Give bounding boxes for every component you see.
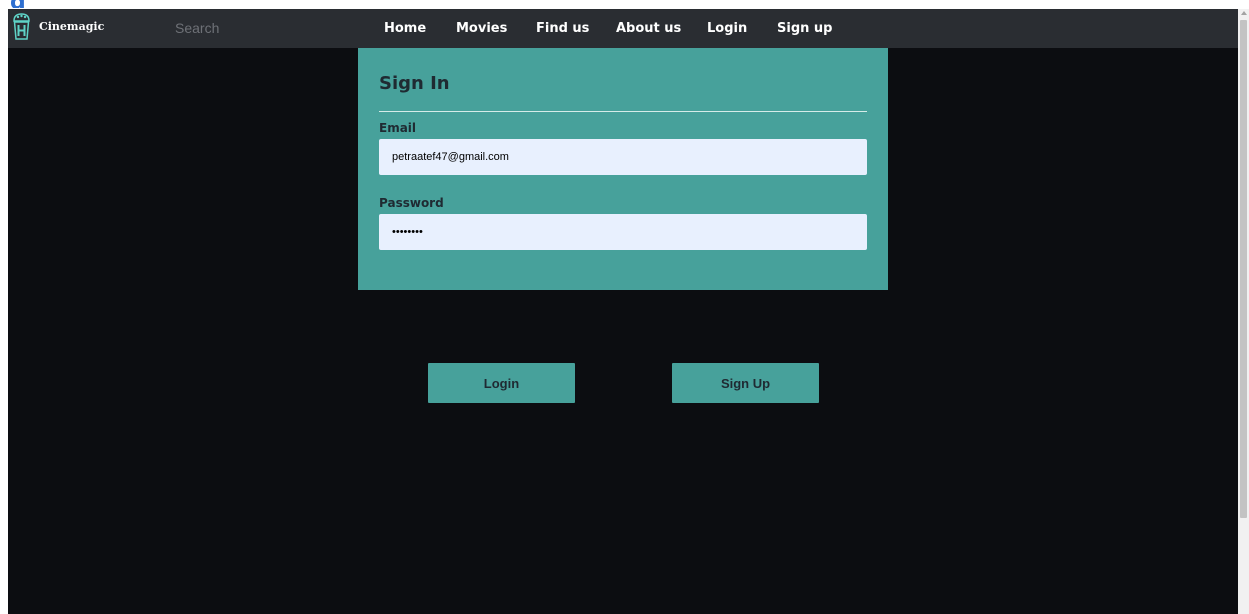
popcorn-box-icon[interactable] [12, 12, 31, 41]
password-label: Password [379, 196, 444, 210]
nav-link-login[interactable]: Login [707, 21, 747, 36]
login-button[interactable]: Login [428, 363, 575, 403]
sign-up-button[interactable]: Sign Up [672, 363, 819, 403]
nav-link-about-us[interactable]: About us [616, 21, 681, 36]
nav-link-movies[interactable]: Movies [456, 21, 507, 36]
nav-link-find-us[interactable]: Find us [536, 21, 589, 36]
vertical-scrollbar[interactable] [1238, 9, 1249, 614]
nav-link-sign-up[interactable]: Sign up [777, 21, 832, 36]
password-field[interactable] [379, 214, 867, 250]
sign-in-form: Sign In Email Password [358, 48, 888, 290]
scroll-up-arrow-icon[interactable] [1241, 11, 1247, 15]
clipped-header-text: g [10, 0, 34, 8]
form-title: Sign In [379, 73, 450, 94]
navbar: Cinemagic Home Movies Find us About us L… [8, 9, 1238, 48]
form-divider [379, 111, 867, 112]
email-field[interactable] [379, 139, 867, 175]
scrollbar-thumb[interactable] [1240, 20, 1247, 518]
search-input[interactable] [158, 16, 328, 40]
email-label: Email [379, 121, 417, 135]
page-body: Cinemagic Home Movies Find us About us L… [8, 9, 1238, 614]
nav-link-home[interactable]: Home [384, 21, 426, 36]
browser-viewport: g Cinemagic Home Movies Find us About us… [0, 0, 1249, 614]
brand-name[interactable]: Cinemagic [39, 20, 104, 33]
